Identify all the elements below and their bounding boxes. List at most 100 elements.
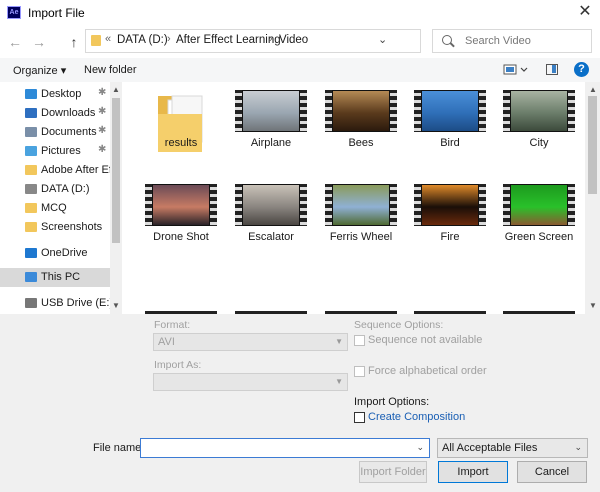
address-bar[interactable]: « DATA (D:) › After Effect Learning › Vi… [85, 29, 501, 53]
file-name-label: File name: [93, 442, 145, 454]
search-input[interactable]: Search Video [432, 29, 592, 53]
import-button[interactable]: Import [438, 461, 508, 483]
sidebar-item-label: Adobe After Effe [41, 164, 110, 176]
create-composition-checkbox[interactable] [354, 412, 365, 423]
file-list: results Airplane Bees Bird City Drone Shot Esc… [122, 82, 585, 314]
format-select[interactable]: AVI ▼ [153, 333, 348, 351]
import-options-panel: Format: AVI ▼ Import As: ▼ Sequence Opti… [0, 314, 600, 492]
film-strip-edge [479, 184, 486, 226]
sidebar-item[interactable]: Adobe After Effe [0, 161, 110, 180]
thumbnail-image [511, 91, 567, 131]
sidebar-item[interactable]: OneDrive [0, 244, 110, 263]
sidebar-item[interactable]: Documents ✱ [0, 123, 110, 142]
search-placeholder: Search Video [465, 35, 531, 47]
folder-icon [25, 222, 37, 232]
sidebar-item[interactable]: DATA (D:) [0, 180, 110, 199]
sidebar-item-label: Desktop [41, 88, 82, 100]
documents-icon [25, 127, 37, 137]
sidebar-item[interactable]: This PC [0, 268, 110, 287]
create-composition-label[interactable]: Create Composition [368, 411, 465, 423]
usb-drive-icon [25, 298, 37, 308]
video-file-item[interactable]: Green Screen [494, 176, 584, 264]
breadcrumb-video[interactable]: Video [279, 34, 308, 46]
video-file-item[interactable]: Fire [405, 176, 495, 264]
sequence-checkbox[interactable] [354, 335, 365, 346]
scroll-down-icon[interactable]: ▼ [110, 301, 122, 310]
search-icon [442, 35, 452, 45]
video-thumbnail [325, 184, 397, 226]
film-strip-edge [568, 90, 575, 132]
organize-menu[interactable]: Organize ▾ [13, 64, 66, 77]
file-list-scroll-thumb[interactable] [588, 96, 597, 194]
video-file-item[interactable]: Drone Shot [136, 176, 226, 264]
force-alphabetical-checkbox[interactable] [354, 366, 365, 377]
video-thumbnail [503, 90, 575, 132]
pin-icon: ✱ [98, 125, 107, 136]
format-value: AVI [158, 336, 175, 348]
thumbnail-image [422, 91, 478, 131]
sidebar-item-label: Pictures [41, 145, 81, 157]
video-file-item[interactable]: City [494, 82, 584, 170]
forward-arrow-icon[interactable]: → [30, 33, 48, 51]
film-strip-edge [390, 90, 397, 132]
chevron-down-icon[interactable]: ⌄ [378, 33, 387, 46]
scroll-up-icon[interactable]: ▲ [587, 85, 599, 94]
file-type-select[interactable]: All Acceptable Files ⌄ [437, 438, 588, 458]
film-strip-edge [210, 184, 217, 226]
sidebar-item[interactable]: USB Drive (E:) [0, 294, 110, 313]
sidebar-item[interactable]: Downloads ✱ [0, 104, 110, 123]
folder-icon [158, 95, 203, 152]
film-strip-edge [414, 184, 421, 226]
sidebar-item[interactable]: Pictures ✱ [0, 142, 110, 161]
pin-icon: ✱ [98, 87, 107, 98]
sidebar-item-label: USB Drive (E:) [41, 297, 110, 309]
navigation-bar: ← → ↑ « DATA (D:) › After Effect Learnin… [0, 26, 600, 58]
help-icon[interactable]: ? [574, 62, 589, 77]
sidebar-scrollbar[interactable]: ▲ ▼ [110, 82, 122, 314]
pictures-icon [25, 146, 37, 156]
video-file-item[interactable]: Bees [316, 82, 406, 170]
sidebar-scroll-thumb[interactable] [112, 98, 120, 243]
sidebar-item[interactable]: Desktop ✱ [0, 85, 110, 104]
preview-pane-icon[interactable] [546, 64, 558, 75]
scroll-down-icon[interactable]: ▼ [587, 301, 599, 310]
video-file-item[interactable]: Escalator [226, 176, 316, 264]
video-thumbnail [235, 184, 307, 226]
film-strip-edge [414, 90, 421, 132]
sidebar-item-label: This PC [41, 271, 81, 283]
sidebar-item[interactable]: Screenshots [0, 218, 110, 237]
breadcrumb-data-drive[interactable]: DATA (D:) [117, 34, 168, 46]
import-folder-button[interactable]: Import Folder [359, 461, 427, 483]
film-strip-edge [300, 184, 307, 226]
file-name: Escalator [248, 231, 294, 243]
command-bar: Organize ▾ New folder ? [0, 58, 600, 82]
up-arrow-icon[interactable]: ↑ [65, 33, 83, 51]
folder-item[interactable]: results [136, 82, 226, 170]
pin-icon: ✱ [98, 144, 107, 155]
window-title: Import File [28, 6, 85, 20]
onedrive-icon [25, 248, 37, 258]
new-folder-button[interactable]: New folder [84, 64, 137, 76]
close-button[interactable]: ✕ [574, 2, 596, 24]
chevron-down-icon: ⌄ [574, 442, 582, 452]
sidebar-item-label: Screenshots [41, 221, 103, 233]
breadcrumb-overflow[interactable]: « [105, 33, 111, 45]
file-list-scrollbar[interactable]: ▲ ▼ [585, 82, 600, 314]
scroll-up-icon[interactable]: ▲ [110, 85, 122, 94]
video-file-item[interactable]: Ferris Wheel [316, 176, 406, 264]
import-as-select[interactable]: ▼ [153, 373, 348, 391]
breadcrumb-separator: › [167, 33, 171, 45]
film-strip-edge [503, 184, 510, 226]
breadcrumb-after-effect-learning[interactable]: After Effect Learning [176, 34, 281, 46]
film-strip-edge [325, 90, 332, 132]
sequence-options-label: Sequence Options: [354, 319, 444, 331]
file-name-input[interactable]: ⌄ [140, 438, 430, 458]
change-view-icon[interactable] [503, 63, 529, 77]
back-arrow-icon[interactable]: ← [6, 33, 24, 51]
video-file-item[interactable]: Airplane [226, 82, 316, 170]
cancel-button[interactable]: Cancel [517, 461, 587, 483]
import-as-label: Import As: [154, 359, 202, 371]
video-file-item[interactable]: Bird [405, 82, 495, 170]
chevron-down-icon[interactable]: ⌄ [416, 442, 424, 453]
sidebar-item[interactable]: MCQ [0, 199, 110, 218]
